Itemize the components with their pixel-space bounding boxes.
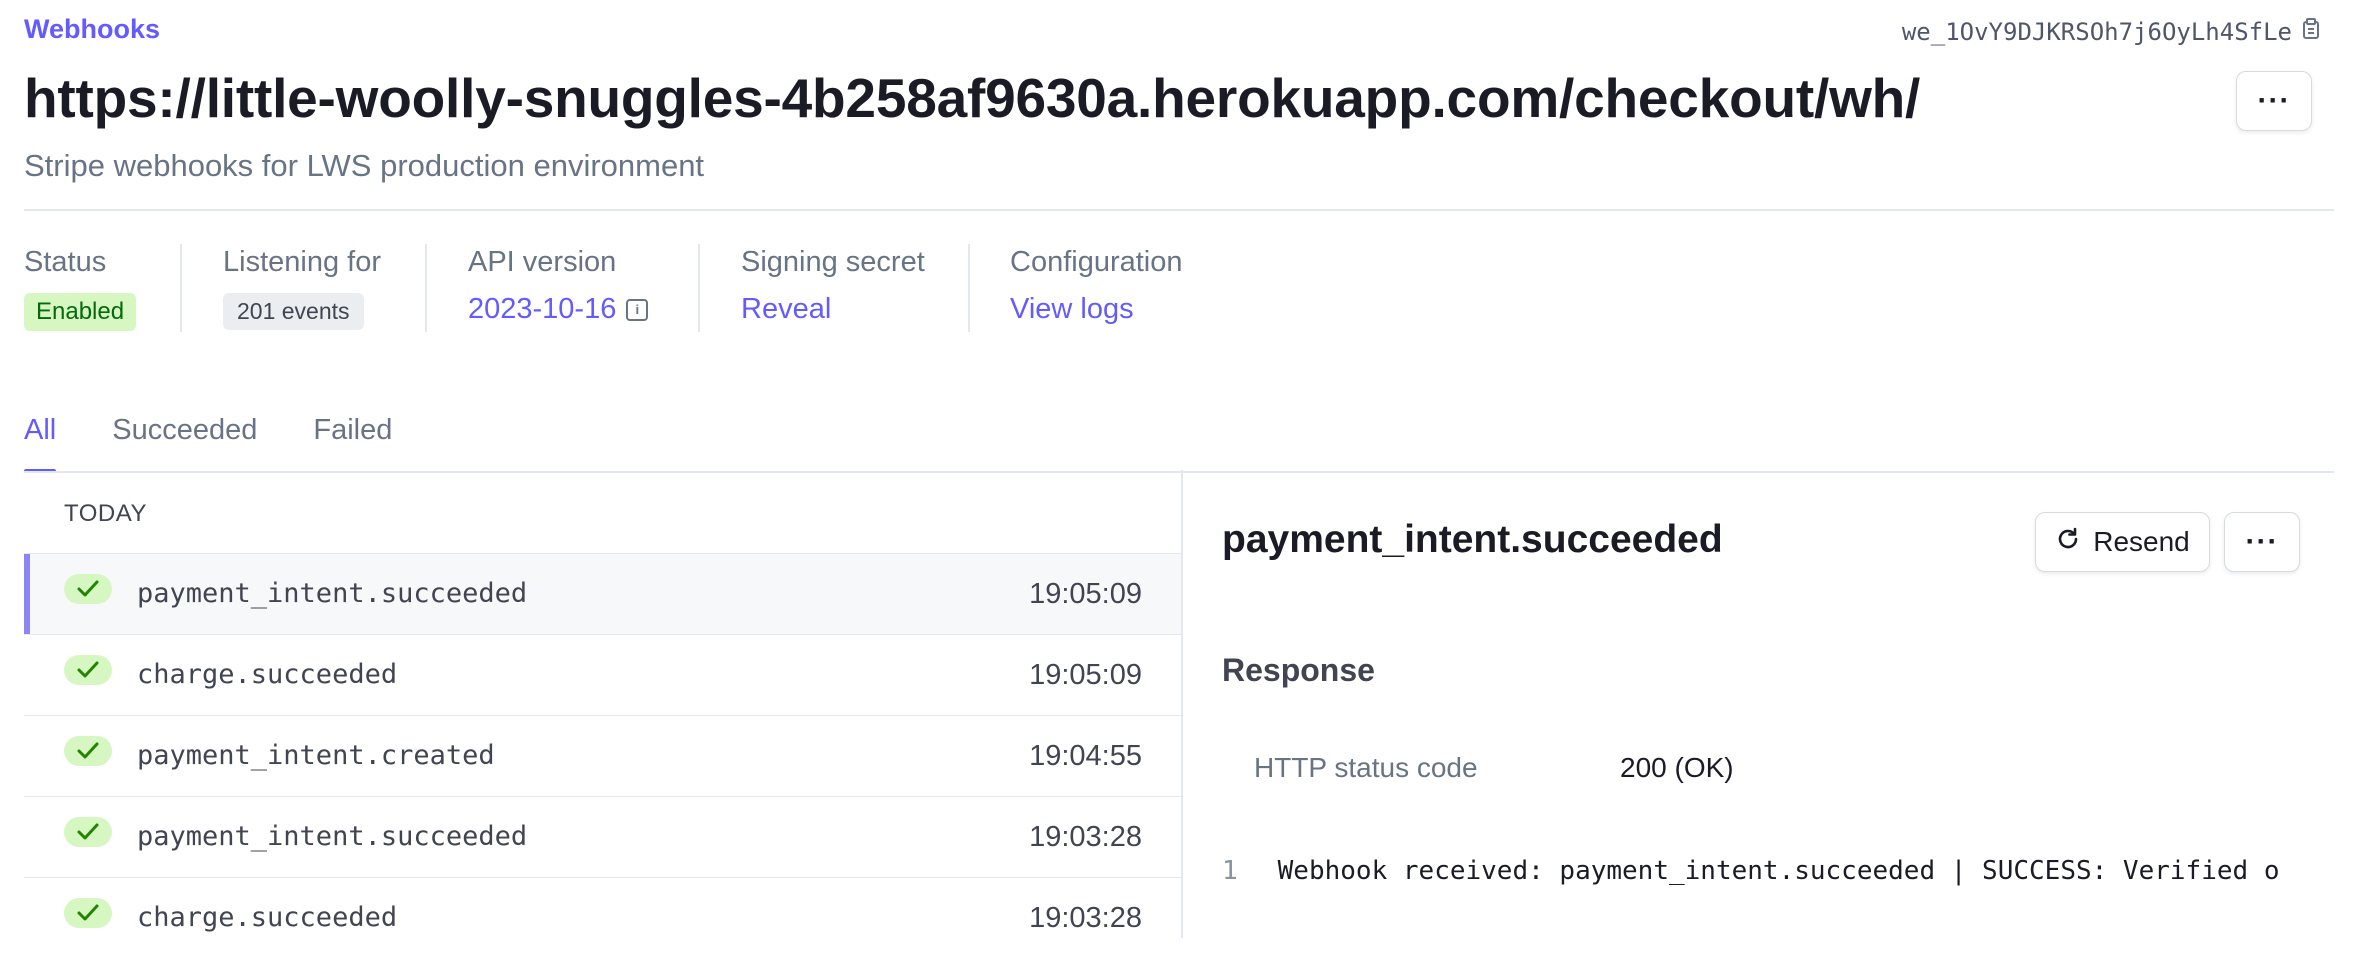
line-number: 1 <box>1222 856 1238 886</box>
status-badge: Enabled <box>24 293 137 331</box>
clipboard-icon[interactable] <box>2302 18 2320 46</box>
meta-configuration: Configuration View logs <box>1010 246 1183 326</box>
configuration-label: Configuration <box>1010 246 1183 278</box>
tab-succeeded[interactable]: Succeeded <box>112 414 257 467</box>
meta-listening: Listening for 201 events <box>223 246 381 330</box>
endpoint-id: we_1OvY9DJKRSOh7j6OyLh4SfLe <box>1902 18 2320 46</box>
event-more-button[interactable]: ··· <box>2224 512 2300 572</box>
check-icon <box>64 574 112 604</box>
page-subtitle: Stripe webhooks for LWS production envir… <box>24 148 705 183</box>
check-icon <box>64 655 112 685</box>
event-name: payment_intent.created <box>137 740 495 771</box>
http-status-value: 200 (OK) <box>1620 752 1734 783</box>
http-status-label: HTTP status code <box>1254 752 1478 783</box>
refresh-icon <box>2055 526 2081 559</box>
listening-events-badge[interactable]: 201 events <box>223 293 364 330</box>
response-body-text: Webhook received: payment_intent.succeed… <box>1277 856 2280 886</box>
listening-label: Listening for <box>223 246 381 278</box>
response-heading: Response <box>1222 652 1375 688</box>
event-list: TODAY payment_intent.succeeded 19:05:09 … <box>24 470 1182 938</box>
meta-separator <box>425 244 427 332</box>
group-label-today: TODAY <box>64 500 147 527</box>
check-icon <box>64 898 112 928</box>
resend-label: Resend <box>2093 526 2190 557</box>
api-version-link[interactable]: 2023-10-16 <box>468 293 616 326</box>
info-icon[interactable]: i <box>626 298 649 321</box>
api-version-label: API version <box>468 246 617 278</box>
check-icon <box>64 736 112 766</box>
signing-secret-label: Signing secret <box>741 246 925 278</box>
status-label: Status <box>24 246 107 278</box>
meta-signing-secret: Signing secret Reveal <box>741 246 925 326</box>
event-detail-title: payment_intent.succeeded <box>1222 518 1723 561</box>
event-tabs: All Succeeded Failed <box>24 414 392 473</box>
meta-separator <box>698 244 700 332</box>
breadcrumb-webhooks[interactable]: Webhooks <box>24 14 160 45</box>
meta-separator <box>968 244 970 332</box>
check-icon <box>64 817 112 847</box>
event-row[interactable]: charge.succeeded 19:05:09 <box>24 634 1182 715</box>
resend-button[interactable]: Resend <box>2035 512 2210 572</box>
event-row[interactable]: payment_intent.succeeded 19:05:09 <box>24 553 1182 634</box>
panel-divider <box>1181 470 1183 938</box>
event-time: 19:05:09 <box>1029 659 1142 691</box>
event-name: charge.succeeded <box>137 902 398 933</box>
event-time: 19:03:28 <box>1029 821 1142 853</box>
endpoint-id-text: we_1OvY9DJKRSOh7j6OyLh4SfLe <box>1901 18 2292 46</box>
event-time: 19:03:28 <box>1029 902 1142 934</box>
reveal-secret-link[interactable]: Reveal <box>741 293 831 326</box>
tab-failed[interactable]: Failed <box>313 414 392 467</box>
event-name: payment_intent.succeeded <box>137 578 528 609</box>
tab-all[interactable]: All <box>24 414 57 473</box>
event-time: 19:05:09 <box>1029 578 1142 610</box>
event-name: payment_intent.succeeded <box>137 821 528 852</box>
event-row[interactable]: payment_intent.succeeded 19:03:28 <box>24 796 1182 877</box>
event-row[interactable]: charge.succeeded 19:03:28 <box>24 877 1182 958</box>
header-divider <box>24 209 2334 211</box>
view-logs-link[interactable]: View logs <box>1010 293 1134 326</box>
meta-separator <box>180 244 182 332</box>
event-name: charge.succeeded <box>137 659 398 690</box>
response-body: 1 Webhook received: payment_intent.succe… <box>1222 856 2298 886</box>
meta-status: Status Enabled <box>24 246 137 331</box>
meta-api-version: API version 2023-10-16 i <box>468 246 649 326</box>
endpoint-more-button[interactable]: ··· <box>2236 71 2312 131</box>
event-time: 19:04:55 <box>1029 740 1142 772</box>
page-title: https://little-woolly-snuggles-4b258af96… <box>24 67 1921 129</box>
event-row[interactable]: payment_intent.created 19:04:55 <box>24 715 1182 796</box>
